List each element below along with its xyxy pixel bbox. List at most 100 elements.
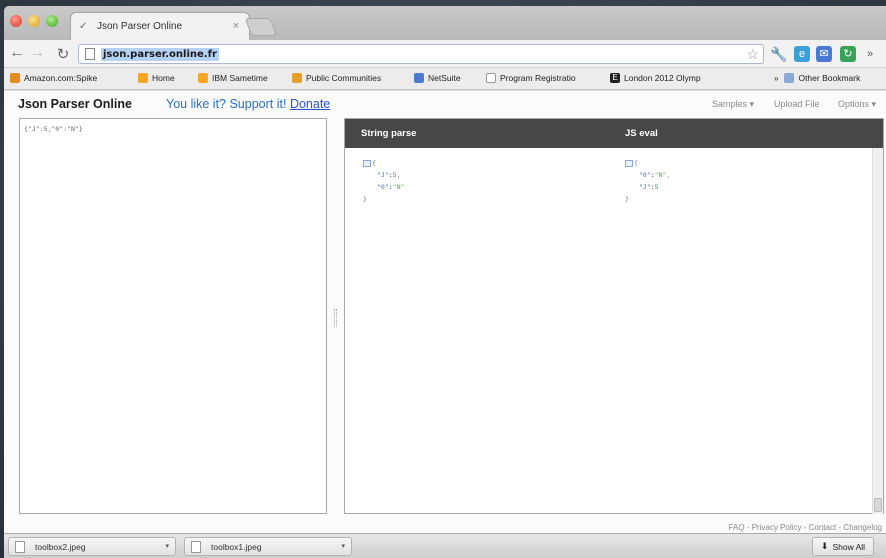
tab-title: Json Parser Online [97,21,183,32]
more-extensions-icon[interactable]: » [862,46,878,62]
json-comma: , [666,171,671,179]
options-menu[interactable]: Options ▾ [838,99,876,110]
show-all-label: Show All [832,541,866,552]
bookmark-label: IBM Sametime [212,73,268,83]
close-brace: } [363,195,367,203]
json-input-text[interactable]: {"J":5,"0":"N"} [24,125,83,133]
download-shelf: toolbox2.jpeg ▾ toolbox1.jpeg ▾ ⬇ Show A… [4,533,886,558]
file-icon [191,540,201,553]
samples-menu[interactable]: Samples ▾ [712,99,754,110]
tab-close-icon[interactable]: × [233,20,239,32]
bookmark-label: London 2012 Olymp [624,73,701,83]
chevron-right-icon: » [774,73,779,83]
bookmark-item[interactable]: Home [138,73,175,83]
page-icon [85,48,95,60]
bookmark-label: Program Registratio [500,73,576,83]
wrench-icon[interactable]: 🔧 [770,46,787,62]
bookmark-item[interactable]: Public Communities [292,73,381,83]
page-icon [486,73,496,83]
json-key: "J" [639,183,651,191]
bookmark-label: Home [152,73,175,83]
bookmark-favicon-icon [138,73,148,83]
bookmark-item[interactable]: E London 2012 Olymp [610,73,701,83]
close-window-button[interactable] [10,15,22,27]
upload-file-link[interactable]: Upload File [774,99,820,109]
json-key: "J" [377,171,389,179]
bookmark-star-icon[interactable]: ☆ [746,46,759,63]
new-tab-button[interactable] [244,18,278,36]
back-arrow-icon[interactable]: ← [8,44,26,62]
dropdown-arrow-icon[interactable]: ▾ [165,542,169,550]
tab-json-parser[interactable]: ✓ Json Parser Online × [70,12,250,40]
bookmark-label: NetSuite [428,73,461,83]
browser-toolbar: ← → ↻ json.parser.online.fr ☆ 🔧 e ✉ ↻ » [4,40,886,68]
app-title: Json Parser Online [18,97,132,111]
bookmark-label: Public Communities [306,73,382,83]
show-all-downloads-button[interactable]: ⬇ Show All [812,537,874,556]
folder-icon [292,73,302,83]
mail-extension-icon[interactable]: ✉ [816,46,832,62]
json-value: "N" [392,183,405,191]
results-scrollbar[interactable] [872,148,883,514]
address-bar[interactable]: json.parser.online.fr ☆ [78,44,764,64]
results-panel: String parse JS eval { "J":5, "0":"N" } [344,118,884,514]
collapse-toggle-icon[interactable] [625,159,633,167]
zoom-window-button[interactable] [46,15,58,27]
download-filename: toolbox2.jpeg [35,541,86,552]
reload-icon[interactable]: ↻ [54,45,72,63]
bookmark-item[interactable]: NetSuite [414,73,461,83]
sync-extension-icon[interactable]: ↻ [840,46,856,62]
url-text[interactable]: json.parser.online.fr [101,47,219,61]
bookmark-item[interactable]: IBM Sametime [198,73,268,83]
bookmark-favicon-icon [10,73,20,83]
tree-row: "0":"N", [639,171,671,179]
bookmark-label: Amazon.com:Spike [24,73,98,83]
collapse-toggle-icon[interactable] [363,159,371,167]
string-parse-heading: String parse [361,128,417,139]
page-favicon-icon: ✓ [79,20,88,32]
string-parse-tree: { "J":5, "0":"N" } [363,157,404,205]
extension-icon[interactable]: e [794,46,810,62]
page-content: Json Parser Online You like it? Support … [4,91,886,533]
json-comma: , [396,171,401,179]
js-eval-tree: { "0":"N", "J":5 } [625,157,670,205]
json-key: "0" [639,171,651,179]
bookmark-item[interactable]: » Other Bookmark [774,73,860,83]
minimize-window-button[interactable] [28,15,40,27]
scrollbar-thumb[interactable] [874,498,882,512]
close-brace: } [625,195,629,203]
footer-links[interactable]: FAQ - Privacy Policy - Contact - Changel… [729,523,882,532]
bookmark-favicon-icon [414,73,424,83]
support-text: You like it? Support it! Donate [166,97,330,111]
bookmark-item[interactable]: Program Registratio [486,73,576,83]
results-header: String parse JS eval [345,119,883,148]
tree-row: "J":5, [377,171,401,179]
tab-strip: ✓ Json Parser Online × [4,6,886,40]
dropdown-arrow-icon[interactable]: ▾ [341,542,345,550]
download-item[interactable]: toolbox1.jpeg ▾ [184,537,352,556]
bookmark-item[interactable]: Amazon.com:Spike [10,73,97,83]
donate-link[interactable]: Donate [290,97,330,111]
open-brace: { [372,159,376,167]
bookmark-favicon-icon: E [610,73,620,83]
tree-row: "J":5 [639,183,659,191]
forward-arrow-icon[interactable]: → [28,44,46,62]
bookmark-favicon-icon [198,73,208,83]
support-label: You like it? Support it! [166,97,287,111]
download-filename: toolbox1.jpeg [211,541,262,552]
json-key: "0" [377,183,389,191]
browser-window: ✓ Json Parser Online × ← → ↻ json.parser… [4,6,886,558]
tree-row: "0":"N" [377,183,405,191]
js-eval-heading: JS eval [625,128,658,139]
json-value: 5 [654,183,659,191]
json-input-editor[interactable]: {"J":5,"0":"N"} [19,118,327,514]
download-icon: ⬇ [820,541,829,551]
download-item[interactable]: toolbox2.jpeg ▾ [8,537,176,556]
bookmark-label: Other Bookmark [798,73,861,83]
panel-splitter-handle[interactable] [334,309,337,327]
file-icon [15,540,25,553]
open-brace: { [634,159,638,167]
folder-icon [784,73,795,83]
json-value: "N" [654,171,667,179]
bookmarks-bar: Amazon.com:Spike Home IBM Sametime Publi… [4,68,886,90]
